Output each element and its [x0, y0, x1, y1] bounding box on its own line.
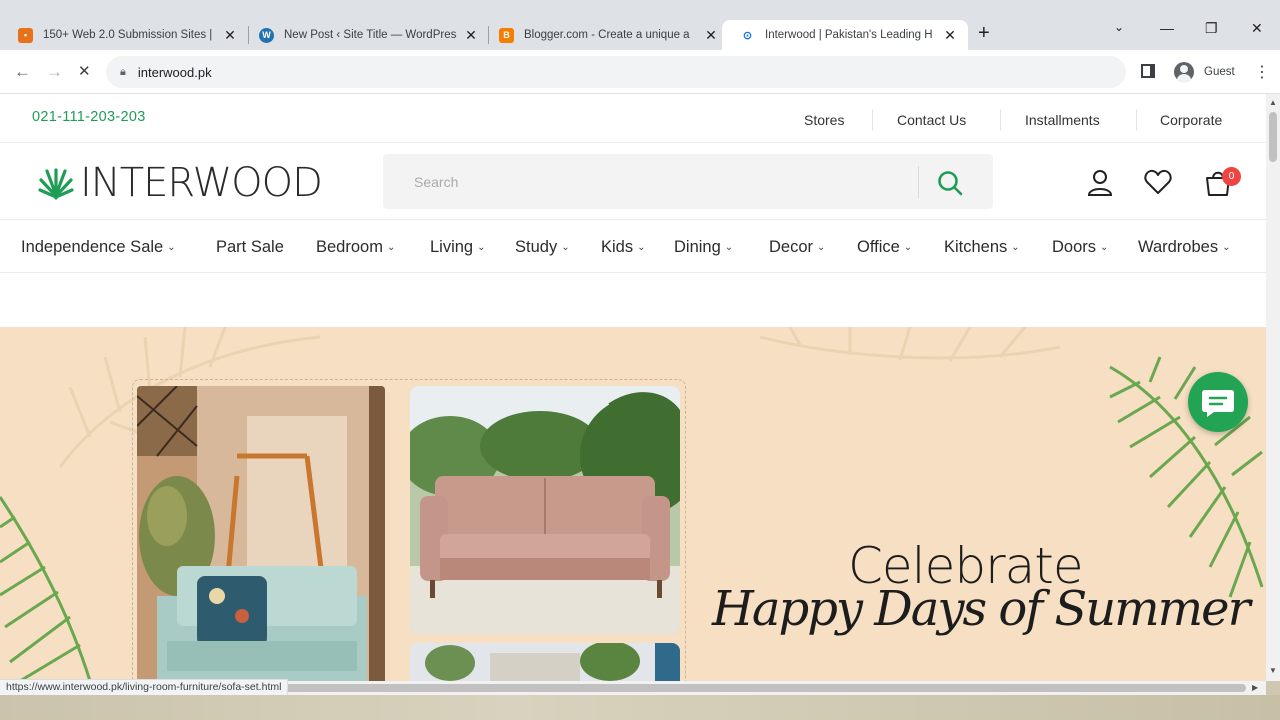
nav-item-part-sale[interactable]: Part Sale — [216, 238, 284, 257]
url-text[interactable]: interwood.pk — [138, 65, 212, 80]
restore-icon[interactable]: ❐ — [1205, 20, 1218, 37]
profile-button[interactable]: Guest — [1166, 58, 1243, 86]
close-tab-icon[interactable]: ✕ — [463, 27, 479, 44]
corporate-link[interactable]: Corporate — [1160, 112, 1222, 128]
scroll-up-arrow-icon[interactable]: ▲ — [1269, 98, 1277, 107]
chevron-down-icon: ⌄ — [724, 242, 734, 253]
nav-item-study[interactable]: Study ⌄ — [515, 238, 570, 257]
palm-leaf-logo-icon — [38, 168, 74, 200]
browser-toolbar: ← → ✕ 🔒︎ interwood.pk Guest ⋮ — [0, 50, 1280, 94]
new-tab-plus-icon[interactable]: + — [978, 22, 990, 45]
wishlist-heart-icon[interactable] — [1143, 167, 1173, 197]
video-bottom-strip — [0, 695, 1280, 720]
logo-wordmark: INTERWOOD — [80, 160, 323, 206]
chevron-down-icon: ⌄ — [1100, 242, 1109, 253]
back-arrow-icon[interactable]: ← — [14, 62, 31, 82]
blogger-favicon-icon: B — [499, 27, 514, 43]
browser-tab[interactable]: W New Post ‹ Site Title — WordPress ✕ — [241, 20, 489, 50]
tab-title: New Post ‹ Site Title — WordPress — [284, 29, 457, 41]
tab-title: 150+ Web 2.0 Submission Sites | — [43, 29, 213, 41]
lock-icon[interactable]: 🔒︎ — [120, 66, 126, 79]
forward-arrow-icon[interactable]: → — [46, 62, 63, 82]
installments-link[interactable]: Installments — [1025, 112, 1100, 128]
vertical-scrollbar[interactable]: ▲ ▼ — [1266, 94, 1280, 681]
cart-count-badge: 0 — [1222, 167, 1241, 186]
tab-search-chevron-icon[interactable]: ⌄ — [1114, 20, 1124, 34]
chevron-down-icon: ⌄ — [637, 242, 646, 253]
close-tab-icon[interactable]: ✕ — [942, 27, 958, 44]
chevron-down-icon: ⌄ — [477, 242, 486, 253]
nav-item-independence-sale[interactable]: Independence Sale ⌄ — [21, 238, 176, 257]
chevron-down-icon: ⌄ — [1011, 242, 1020, 253]
scroll-right-arrow-icon[interactable]: ▶ — [1252, 683, 1258, 692]
browser-tab[interactable]: B Blogger.com - Create a unique a ✕ — [481, 20, 729, 50]
wordpress-favicon-icon: W — [259, 27, 274, 43]
tab-title: Interwood | Pakistan's Leading H — [765, 29, 933, 41]
chat-button[interactable] — [1188, 372, 1248, 432]
nav-item-doors[interactable]: Doors ⌄ — [1052, 238, 1108, 257]
guest-avatar-icon — [1174, 62, 1194, 82]
stop-loading-icon[interactable]: ✕ — [78, 62, 91, 80]
search-input[interactable] — [383, 154, 918, 209]
close-tab-icon[interactable]: ✕ — [703, 27, 719, 44]
contact-us-link[interactable]: Contact Us — [897, 112, 966, 128]
chevron-down-icon: ⌄ — [817, 242, 826, 253]
close-window-icon[interactable]: ✕ — [1251, 20, 1263, 37]
nav-item-wardrobes[interactable]: Wardrobes ⌄ — [1138, 238, 1230, 257]
search-box — [383, 154, 993, 209]
hero-banner[interactable]: Celebrate Happy Days of Summer — [0, 327, 1266, 681]
browser-tab-active[interactable]: ⊙ Interwood | Pakistan's Leading H ✕ — [722, 20, 968, 50]
minimize-icon[interactable]: — — [1160, 20, 1174, 36]
main-navigation: Independence Sale ⌄ Part Sale Bedroom ⌄ Li… — [0, 222, 1266, 272]
page-viewport: 021-111-203-203 Stores Contact Us Instal… — [0, 94, 1266, 681]
chevron-down-icon: ⌄ — [903, 242, 913, 253]
search-icon[interactable] — [936, 169, 964, 197]
status-bar-url: https://www.interwood.pk/living-room-fur… — [0, 679, 289, 696]
close-tab-icon[interactable]: ✕ — [222, 27, 238, 44]
scroll-down-arrow-icon[interactable]: ▼ — [1269, 666, 1277, 675]
nav-item-kids[interactable]: Kids ⌄ — [601, 238, 646, 257]
chevron-down-icon: ⌄ — [386, 242, 396, 253]
chevron-down-icon: ⌄ — [1222, 242, 1231, 253]
chat-bubble-icon — [1202, 390, 1234, 417]
chevron-down-icon: ⌄ — [561, 242, 570, 253]
nav-item-kitchens[interactable]: Kitchens ⌄ — [944, 238, 1020, 257]
tab-title: Blogger.com - Create a unique a — [524, 29, 690, 41]
browser-tab-strip: ▪ 150+ Web 2.0 Submission Sites | ✕ W Ne… — [0, 0, 1280, 50]
phone-number[interactable]: 021-111-203-203 — [32, 109, 146, 125]
living-room-chair-photo[interactable] — [137, 386, 385, 681]
nav-item-decor[interactable]: Decor ⌄ — [769, 238, 825, 257]
browser-tab[interactable]: ▪ 150+ Web 2.0 Submission Sites | ✕ — [0, 20, 248, 50]
stores-link[interactable]: Stores — [804, 112, 844, 128]
browser-menu-icon[interactable]: ⋮ — [1254, 62, 1270, 82]
vertical-scroll-thumb[interactable] — [1269, 112, 1277, 162]
pink-sofa-photo[interactable] — [410, 386, 680, 634]
nav-item-bedroom[interactable]: Bedroom ⌄ — [316, 238, 395, 257]
nav-item-living[interactable]: Living ⌄ — [430, 238, 486, 257]
decor-photo[interactable] — [410, 643, 680, 681]
nav-item-office[interactable]: Office ⌄ — [857, 238, 912, 257]
address-bar[interactable]: 🔒︎ interwood.pk — [106, 56, 1126, 88]
chevron-down-icon: ⌄ — [167, 242, 176, 253]
bookmark-favicon-icon: ▪ — [18, 27, 33, 43]
account-icon[interactable] — [1085, 167, 1115, 197]
profile-label: Guest — [1204, 66, 1235, 78]
nav-item-dining[interactable]: Dining ⌄ — [674, 238, 733, 257]
loading-favicon-icon: ⊙ — [742, 29, 753, 42]
interwood-logo[interactable]: INTERWOOD — [38, 160, 323, 206]
hero-script-text: Happy Days of Summer — [712, 581, 1251, 637]
side-panel-icon[interactable] — [1141, 64, 1155, 78]
